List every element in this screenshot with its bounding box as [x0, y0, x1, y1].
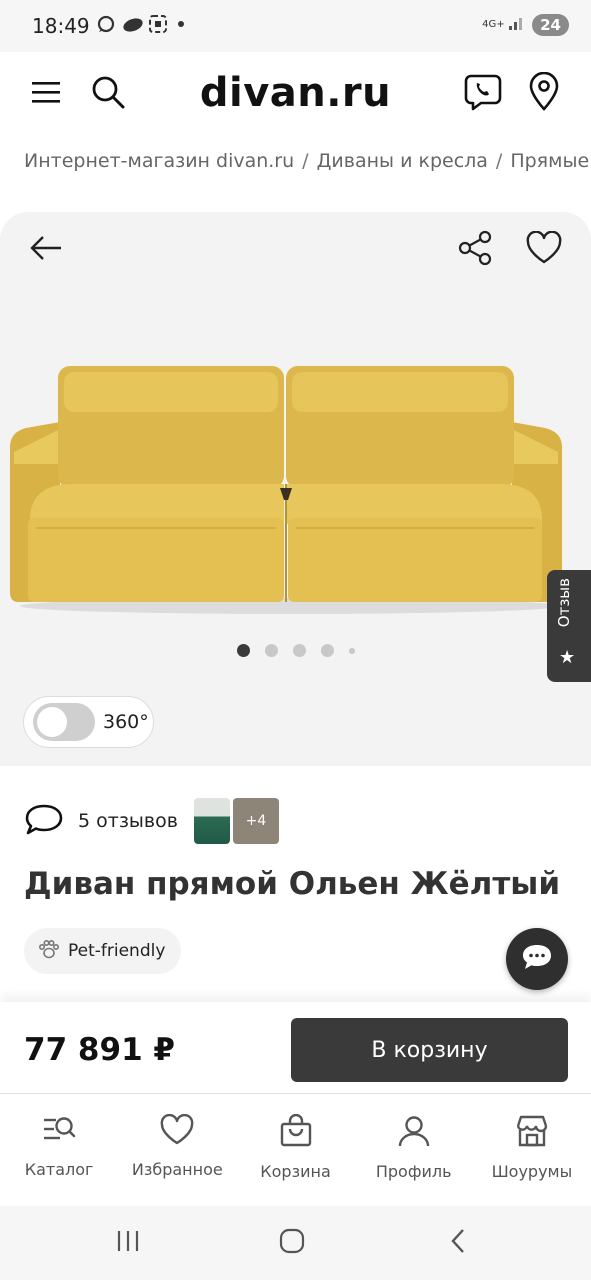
pagination-dot[interactable] [320, 644, 334, 657]
breadcrumb-item-shop[interactable]: Интернет-магазин divan.ru [24, 150, 294, 172]
favorite-button[interactable] [520, 226, 568, 274]
star-icon: ★ [559, 647, 576, 668]
reviews-side-tab[interactable]: Отзыв ★ [547, 570, 591, 682]
pet-friendly-label: Pet-friendly [68, 941, 166, 961]
breadcrumb-separator: / [302, 150, 309, 172]
site-header: divan.ru [0, 52, 591, 136]
tab-cart-label: Корзина [260, 1162, 331, 1181]
tab-cart[interactable]: Корзина [236, 1094, 354, 1206]
recent-apps-button[interactable] [108, 1228, 148, 1258]
heart-icon [159, 1113, 195, 1150]
catalog-icon [42, 1114, 76, 1150]
breadcrumb-item-straight-sofas[interactable]: Прямые диваны [510, 150, 591, 172]
tab-showrooms[interactable]: Шоурумы [473, 1094, 591, 1206]
screenshot-notification-icon [148, 14, 168, 34]
gallery-pagination [0, 644, 591, 657]
reviews-summary[interactable]: 5 отзывов +4 [24, 796, 279, 846]
chevron-left-icon [448, 1227, 468, 1259]
call-button[interactable] [461, 72, 505, 116]
buy-bar: 77 891 ₽ В корзину [0, 1002, 591, 1094]
share-icon [457, 230, 493, 270]
bag-icon [279, 1113, 313, 1152]
toggle-360-view[interactable]: 360° [23, 696, 154, 748]
network-type: 4G+ [482, 19, 505, 30]
more-review-photos[interactable]: +4 [232, 798, 279, 844]
tab-showrooms-label: Шоурумы [491, 1162, 573, 1181]
tab-catalog[interactable]: Каталог [0, 1094, 118, 1206]
showroom-location-button[interactable] [522, 71, 566, 116]
paw-icon [38, 939, 60, 964]
breadcrumb-item-sofas-armchairs[interactable]: Диваны и кресла [317, 150, 488, 172]
pet-friendly-badge[interactable]: Pet-friendly [24, 928, 182, 974]
product-gallery[interactable]: Отзыв ★ 360° [0, 212, 591, 766]
system-back-button[interactable] [438, 1228, 478, 1258]
tab-profile[interactable]: Профиль [355, 1094, 473, 1206]
status-system-icons: 4G+ 24 [482, 14, 569, 36]
profile-icon [397, 1114, 431, 1152]
tab-profile-label: Профиль [375, 1162, 452, 1181]
tab-favorites[interactable]: Избранное [118, 1094, 236, 1206]
cloud-notification-icon [122, 14, 143, 34]
android-navigation-bar [0, 1206, 591, 1280]
toggle-knob [37, 707, 67, 737]
toggle-360-label: 360° [103, 711, 149, 733]
status-time: 18:49 [32, 14, 90, 38]
pagination-dot-more[interactable] [348, 647, 355, 654]
chat-bubble-icon [520, 942, 554, 976]
reviews-count[interactable]: 5 отзывов [78, 810, 178, 832]
home-icon [278, 1227, 306, 1259]
speech-bubble-icon [24, 802, 64, 840]
pagination-dot[interactable] [292, 644, 306, 657]
more-notifications-dot [178, 21, 184, 27]
review-photo-thumbnail[interactable] [193, 798, 230, 844]
share-button[interactable] [451, 226, 499, 274]
product-price: 77 891 ₽ [24, 1032, 176, 1068]
status-notification-icons [96, 14, 184, 34]
reviews-tab-label: Отзыв [555, 578, 573, 628]
status-bar: 18:49 4G+ 24 [0, 0, 591, 52]
add-to-cart-button[interactable]: В корзину [291, 1018, 568, 1082]
heart-icon [525, 230, 563, 269]
product-title: Диван прямой Ольен Жёлтый [24, 866, 561, 902]
breadcrumb-separator: / [495, 150, 503, 172]
viber-phone-icon [463, 72, 503, 116]
more-photos-count: +4 [245, 813, 267, 829]
messenger-notification-icon [96, 14, 116, 34]
toggle-360-switch[interactable] [33, 703, 95, 741]
signal-icon [508, 15, 526, 35]
back-button[interactable] [22, 226, 70, 274]
pagination-dot[interactable] [264, 644, 278, 657]
home-button[interactable] [272, 1228, 312, 1258]
chat-button[interactable] [506, 928, 568, 990]
bottom-tab-bar: Каталог Избранное Корзина Профиль Шоурум… [0, 1094, 591, 1206]
battery-level: 24 [532, 14, 569, 36]
store-icon [514, 1114, 550, 1152]
arrow-left-icon [29, 235, 63, 265]
sofa-image [10, 366, 562, 614]
breadcrumb: Интернет-магазин divan.ru / Диваны и кресл… [24, 150, 591, 172]
pagination-dot-active[interactable] [236, 644, 250, 657]
tab-catalog-label: Каталог [24, 1160, 94, 1179]
location-pin-icon [527, 71, 561, 116]
tab-favorites-label: Избранное [131, 1160, 223, 1179]
recent-apps-icon [115, 1229, 141, 1257]
